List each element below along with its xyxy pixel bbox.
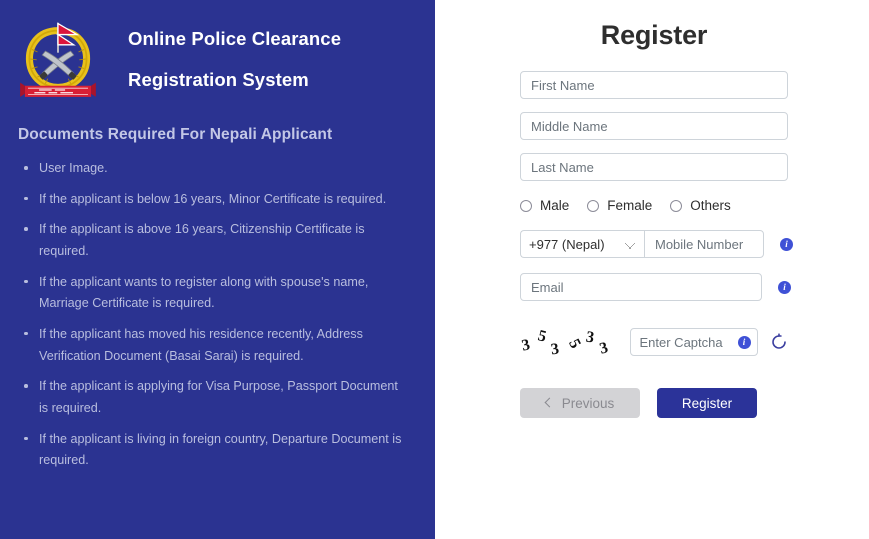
captcha-input[interactable] — [637, 333, 738, 351]
gender-label-male: Male — [540, 198, 570, 213]
captcha-info-icon[interactable]: i — [737, 335, 751, 349]
bullet-icon — [24, 384, 28, 388]
form-actions: Previous Register — [520, 388, 820, 418]
gender-option-others[interactable]: Others — [670, 198, 731, 213]
brand-header: Online Police Clearance Registration Sys… — [0, 0, 435, 100]
gender-option-male[interactable]: Male — [520, 198, 569, 213]
previous-button-label: Previous — [561, 395, 615, 411]
mobile-number-row: +977 (Nepal) i — [520, 230, 820, 258]
list-item: User Image. — [22, 158, 409, 180]
gender-option-female[interactable]: Female — [587, 198, 652, 213]
register-button[interactable]: Register — [657, 388, 757, 418]
bullet-icon — [24, 227, 28, 231]
gender-label-others: Others — [690, 198, 731, 213]
refresh-captcha-icon[interactable] — [770, 333, 788, 351]
email-info-icon[interactable]: i — [778, 280, 791, 294]
registration-form: Register Male Female — [520, 0, 820, 418]
mobile-number-input[interactable] — [644, 230, 764, 258]
bullet-icon — [24, 436, 28, 441]
brand-title-group: Online Police Clearance Registration Sys… — [128, 27, 341, 90]
radio-icon[interactable] — [520, 199, 532, 212]
gender-radio-group: Male Female Others — [520, 198, 820, 213]
list-item-text: If the applicant is living in foreign co… — [39, 431, 402, 468]
app-title-line-2: Registration System — [128, 68, 309, 90]
last-name-input[interactable] — [520, 153, 788, 181]
chevron-left-icon — [544, 397, 555, 408]
list-item: If the applicant is below 16 years, Mino… — [22, 189, 409, 211]
middle-name-row — [520, 112, 820, 140]
captcha-char: 3 — [520, 336, 532, 355]
captcha-char: 5 — [565, 336, 584, 352]
captcha-char: 3 — [597, 339, 610, 358]
page-title: Register — [600, 20, 708, 50]
nepal-police-emblem-icon — [18, 18, 98, 100]
previous-button[interactable]: Previous — [520, 388, 640, 418]
registration-form-panel: Register Male Female — [435, 0, 869, 539]
captcha-char: 3 — [584, 328, 596, 347]
list-item-text: If the applicant is above 16 years, Citi… — [39, 222, 365, 258]
captcha-image: 3 5 3 5 3 3 — [520, 325, 620, 359]
email-row: i — [520, 273, 820, 301]
mobile-info-icon[interactable]: i — [780, 237, 793, 251]
radio-icon[interactable] — [587, 199, 600, 212]
first-name-row — [520, 71, 820, 99]
middle-name-input[interactable] — [520, 112, 788, 140]
list-item: If the applicant wants to register along… — [22, 272, 409, 315]
list-item: If the applicant is above 16 years, Citi… — [22, 219, 409, 262]
list-item-text: If the applicant has moved his residence… — [39, 326, 363, 363]
documents-required-heading: Documents Required For Nepali Applicant — [18, 126, 333, 143]
captcha-char: 5 — [536, 327, 549, 346]
list-item: If the applicant is living in foreign co… — [22, 429, 409, 472]
gender-label-female: Female — [607, 198, 653, 213]
first-name-input[interactable] — [520, 71, 788, 99]
bullet-icon — [24, 196, 28, 201]
email-field[interactable] — [520, 273, 762, 301]
register-page: Online Police Clearance Registration Sys… — [0, 0, 869, 539]
list-item-text: If the applicant is below 16 years, Mino… — [39, 191, 387, 206]
list-item-text: If the applicant is applying for Visa Pu… — [39, 379, 398, 415]
list-item: If the applicant is applying for Visa Pu… — [22, 376, 409, 419]
captcha-row: 3 5 3 5 3 3 i — [520, 325, 820, 359]
info-sidebar: Online Police Clearance Registration Sys… — [0, 0, 435, 539]
list-item-text: If the applicant wants to register along… — [39, 274, 369, 311]
bullet-icon — [24, 166, 28, 170]
radio-icon[interactable] — [670, 199, 683, 212]
bullet-icon — [24, 279, 28, 284]
bullet-icon — [24, 331, 28, 336]
captcha-input-wrapper: i — [630, 328, 758, 356]
list-item: If the applicant has moved his residence… — [22, 324, 409, 367]
list-item-text: User Image. — [39, 161, 108, 175]
app-title-line-1: Online Police Clearance — [128, 28, 342, 50]
country-code-select[interactable]: +977 (Nepal) — [520, 230, 644, 258]
last-name-row — [520, 153, 820, 181]
captcha-char: 3 — [549, 340, 561, 359]
documents-required-list: User Image. If the applicant is below 16… — [0, 158, 435, 472]
